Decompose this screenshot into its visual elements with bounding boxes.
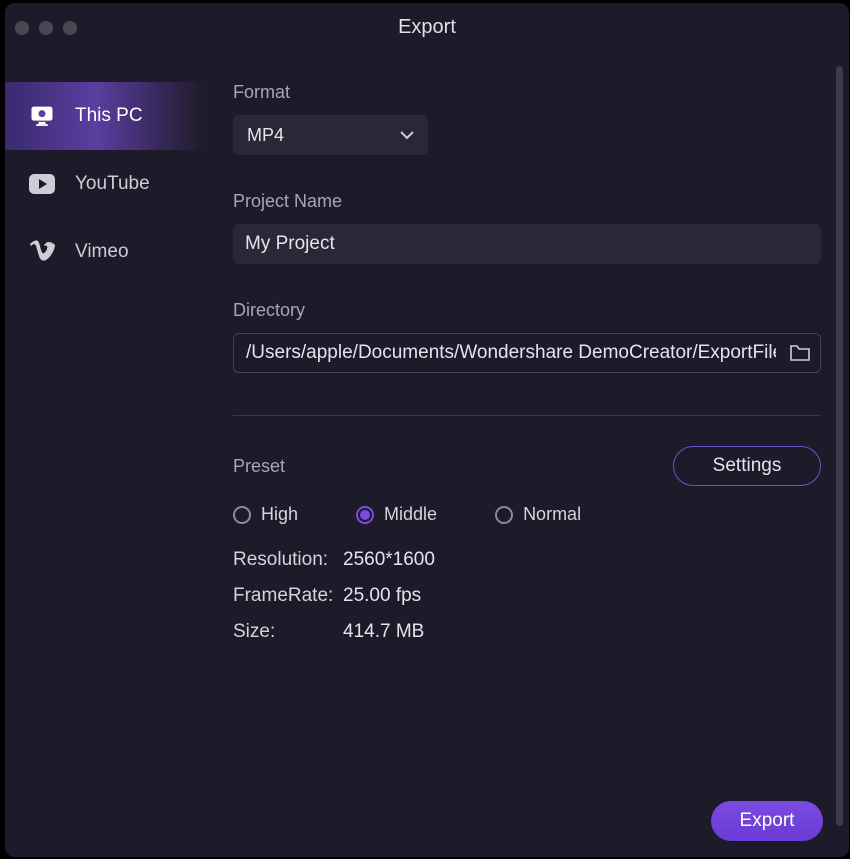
window-body: This PC YouTube Vimeo <box>5 52 849 785</box>
project-name-input[interactable] <box>233 224 821 264</box>
resolution-row: Resolution: 2560*1600 <box>233 549 821 571</box>
radio-label: High <box>261 504 298 525</box>
radio-label: Normal <box>523 504 581 525</box>
export-window: Export This PC <box>5 3 849 857</box>
resolution-label: Resolution: <box>233 549 343 571</box>
titlebar: Export <box>5 3 849 52</box>
monitor-icon <box>27 101 57 131</box>
folder-icon[interactable] <box>787 340 813 366</box>
sidebar-item-vimeo[interactable]: Vimeo <box>5 218 205 286</box>
scrollbar[interactable] <box>836 66 843 826</box>
maximize-icon[interactable] <box>63 21 77 35</box>
sidebar-item-label: YouTube <box>75 173 150 195</box>
radio-icon <box>495 506 513 524</box>
radio-icon <box>233 506 251 524</box>
sidebar-item-label: This PC <box>75 105 143 127</box>
minimize-icon[interactable] <box>39 21 53 35</box>
radio-label: Middle <box>384 504 437 525</box>
sidebar: This PC YouTube Vimeo <box>5 52 205 785</box>
project-name-label: Project Name <box>233 191 821 212</box>
framerate-value: 25.00 fps <box>343 585 421 607</box>
radio-icon <box>356 506 374 524</box>
format-value: MP4 <box>247 125 284 146</box>
sidebar-item-youtube[interactable]: YouTube <box>5 150 205 218</box>
vimeo-icon <box>27 237 57 267</box>
size-row: Size: 414.7 MB <box>233 621 821 643</box>
window-controls <box>15 21 77 35</box>
sidebar-item-this-pc[interactable]: This PC <box>5 82 205 150</box>
preset-radio-high[interactable]: High <box>233 504 298 525</box>
youtube-icon <box>27 169 57 199</box>
preset-radio-normal[interactable]: Normal <box>495 504 581 525</box>
preset-radio-group: High Middle Normal <box>233 504 821 525</box>
settings-button[interactable]: Settings <box>673 446 821 486</box>
size-label: Size: <box>233 621 343 643</box>
preset-radio-middle[interactable]: Middle <box>356 504 437 525</box>
directory-label: Directory <box>233 300 821 321</box>
window-title: Export <box>5 16 849 39</box>
content-panel: Format MP4 Project Name Directory <box>205 52 849 785</box>
resolution-value: 2560*1600 <box>343 549 435 571</box>
framerate-row: FrameRate: 25.00 fps <box>233 585 821 607</box>
chevron-down-icon <box>400 130 414 140</box>
preset-label: Preset <box>233 456 285 477</box>
footer: Export <box>5 785 849 857</box>
format-label: Format <box>233 82 821 103</box>
size-value: 414.7 MB <box>343 621 424 643</box>
framerate-label: FrameRate: <box>233 585 343 607</box>
format-select[interactable]: MP4 <box>233 115 428 155</box>
close-icon[interactable] <box>15 21 29 35</box>
directory-input[interactable] <box>233 333 821 373</box>
sidebar-item-label: Vimeo <box>75 241 129 263</box>
export-button[interactable]: Export <box>711 801 823 841</box>
divider <box>233 415 821 416</box>
scrollbar-thumb[interactable] <box>836 66 843 826</box>
